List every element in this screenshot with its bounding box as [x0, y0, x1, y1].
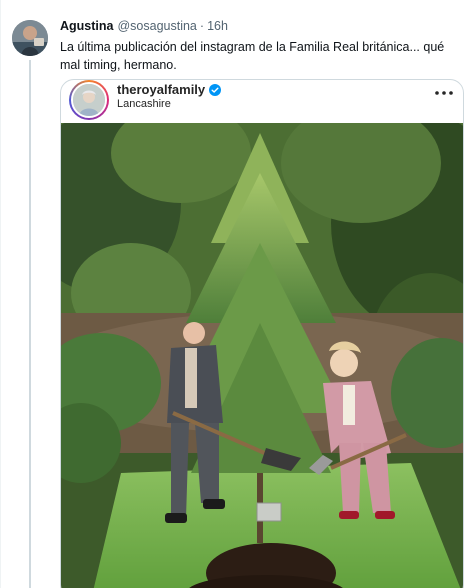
verified-badge-icon	[209, 83, 222, 96]
avatar-image	[12, 20, 48, 56]
tree-planting-photo	[61, 123, 463, 588]
timeline-border	[0, 0, 1, 588]
separator-dot: ·	[199, 19, 205, 33]
author-handle[interactable]: @sosagustina	[117, 19, 196, 33]
post-photo[interactable]	[61, 123, 463, 588]
instagram-account-line: theroyalfamily	[117, 82, 222, 97]
instagram-account-name[interactable]: theroyalfamily	[117, 82, 205, 97]
tweet-text: La última publicación del instagram de l…	[60, 40, 445, 72]
author-name[interactable]: Agustina	[60, 19, 113, 33]
timestamp[interactable]: 16h	[207, 19, 228, 33]
instagram-location[interactable]: Lancashire	[117, 98, 171, 110]
avatar[interactable]	[12, 20, 48, 56]
tweet-header: Agustina @sosagustina · 16h	[60, 19, 228, 35]
thread-line	[29, 60, 31, 588]
instagram-avatar-image	[71, 82, 107, 118]
instagram-embed-card[interactable]: theroyalfamily Lancashire	[60, 79, 464, 588]
tweet[interactable]: Agustina @sosagustina · 16h La última pu…	[0, 0, 470, 588]
instagram-account-avatar[interactable]	[69, 80, 109, 120]
instagram-post-header: theroyalfamily Lancashire	[61, 80, 463, 124]
more-dots-icon[interactable]	[433, 86, 455, 98]
